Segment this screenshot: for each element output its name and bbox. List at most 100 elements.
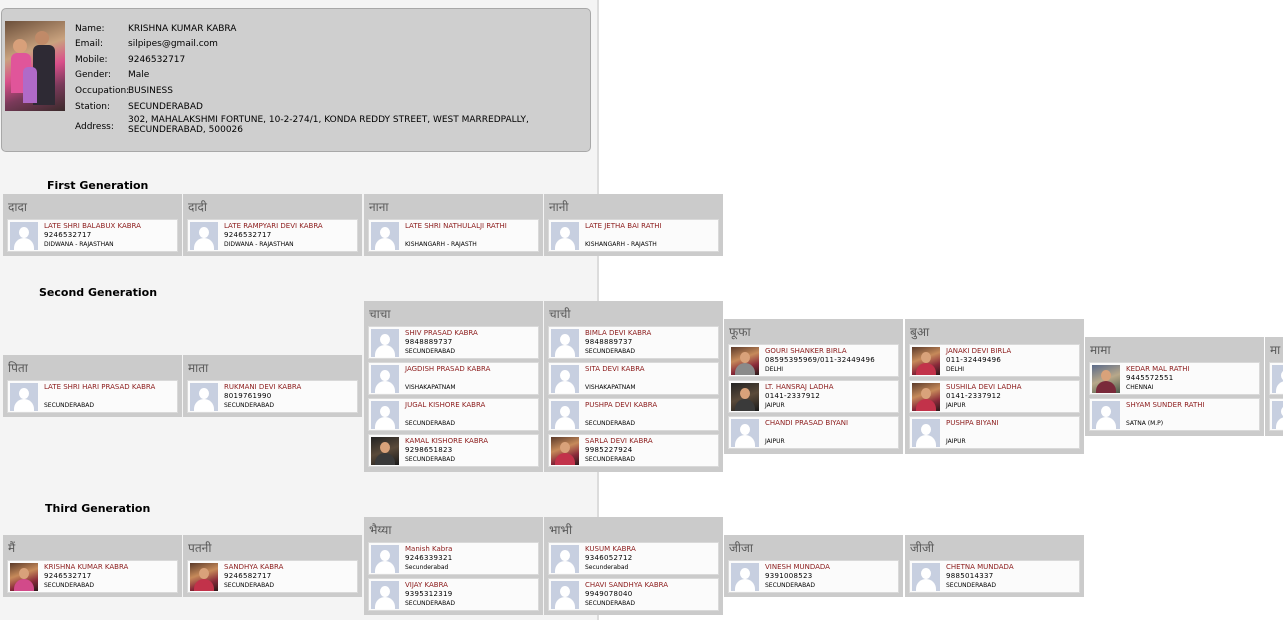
member-name[interactable]: SUSHILA DEVI LADHA: [946, 383, 1022, 392]
member-name[interactable]: LT. HANSRAJ LADHA: [765, 383, 834, 392]
member-city: VISHAKAPATNAM: [585, 384, 636, 391]
group-title: भाभी: [549, 523, 573, 537]
member-card[interactable]: [1269, 398, 1283, 431]
member-name[interactable]: LATE RAMPYARI DEVI KABRA: [224, 222, 323, 231]
member-card[interactable]: SARLA DEVI KABRA 9985227924 SECUNDERABAD: [548, 434, 719, 467]
gender-label: Gender:: [75, 70, 112, 80]
member-card[interactable]: GOURI SHANKER BIRLA 08595395969/011-3244…: [728, 344, 899, 377]
member-photo: [551, 437, 579, 465]
profile-mobile-row: Mobile: 9246532717: [75, 54, 185, 66]
member-name[interactable]: CHANDI PRASAD BIYANI: [765, 419, 848, 428]
member-phone: 011-32449496: [946, 356, 1002, 364]
member-card[interactable]: RUKMANI DEVI KABRA 8019761990 SECUNDERAB…: [187, 380, 358, 413]
member-card[interactable]: VINESH MUNDADA 9391008523 SECUNDERABAD: [728, 560, 899, 593]
group-title: दादा: [8, 200, 27, 214]
member-card[interactable]: CHAVI SANDHYA KABRA 9949078040 SECUNDERA…: [548, 578, 719, 611]
member-city: SECUNDERABAD: [765, 582, 815, 589]
member-name[interactable]: PUSHPA DEVI KABRA: [585, 401, 657, 410]
member-card[interactable]: JAGDISH PRASAD KABRA VISHAKAPATNAM: [368, 362, 539, 395]
member-name[interactable]: KAMAL KISHORE KABRA: [405, 437, 488, 446]
member-name[interactable]: BIMLA DEVI KABRA: [585, 329, 651, 338]
member-card[interactable]: LATE RAMPYARI DEVI KABRA 9246532717 DIDW…: [187, 219, 358, 252]
member-name[interactable]: JUGAL KISHORE KABRA: [405, 401, 485, 410]
member-name[interactable]: RUKMANI DEVI KABRA: [224, 383, 301, 392]
member-name[interactable]: PUSHPA BIYANI: [946, 419, 999, 428]
member-card[interactable]: CHANDI PRASAD BIYANI JAIPUR: [728, 416, 899, 449]
member-photo: [731, 347, 759, 375]
avatar: [371, 401, 399, 429]
member-name[interactable]: SARLA DEVI KABRA: [585, 437, 653, 446]
profile-gender-row: Gender: Male: [75, 69, 149, 81]
member-card[interactable]: LATE SHRI NATHULALJI RATHI KISHANGARH - …: [368, 219, 539, 252]
member-card[interactable]: JUGAL KISHORE KABRA SECUNDERABAD: [368, 398, 539, 431]
member-card[interactable]: SUSHILA DEVI LADHA 0141-2337912 JAIPUR: [909, 380, 1080, 413]
group-title: जीजी: [910, 541, 935, 555]
member-name[interactable]: CHETNA MUNDADA: [946, 563, 1014, 572]
avatar: [371, 545, 399, 573]
member-name[interactable]: JANAKI DEVI BIRLA: [946, 347, 1011, 356]
member-name[interactable]: LATE JETHA BAI RATHI: [585, 222, 662, 231]
member-card[interactable]: LATE SHRI HARI PRASAD KABRA SECUNDERABAD: [7, 380, 178, 413]
member-card[interactable]: VIJAY KABRA 9395312319 SECUNDERABAD: [368, 578, 539, 611]
member-card[interactable]: KRISHNA KUMAR KABRA 9246532717 SECUNDERA…: [7, 560, 178, 593]
member-city: SECUNDERABAD: [44, 582, 94, 589]
member-city: SECUNDERABAD: [585, 456, 635, 463]
member-card[interactable]: PUSHPA BIYANI JAIPUR: [909, 416, 1080, 449]
member-name[interactable]: KEDAR MAL RATHI: [1126, 365, 1190, 374]
member-city: KISHANGARH - RAJASTH: [585, 241, 657, 248]
member-card[interactable]: CHETNA MUNDADA 9885014337 SECUNDERABAD: [909, 560, 1080, 593]
profile-gender: Male: [128, 70, 150, 80]
member-name[interactable]: JAGDISH PRASAD KABRA: [405, 365, 490, 374]
avatar: [1092, 401, 1120, 429]
member-photo: [731, 383, 759, 411]
group-title: मा: [1270, 343, 1281, 357]
member-city: SECUNDERABAD: [405, 600, 455, 607]
group-title: भैय्या: [369, 523, 392, 537]
member-card[interactable]: KEDAR MAL RATHI 9445572551 CHENNAI: [1089, 362, 1260, 395]
group-mama: मामा KEDAR MAL RATHI 9445572551 CHENNAI …: [1085, 337, 1264, 436]
member-name[interactable]: VIJAY KABRA: [405, 581, 448, 590]
member-card[interactable]: KAMAL KISHORE KABRA 9298651823 SECUNDERA…: [368, 434, 539, 467]
profile-occupation: BUSINESS: [128, 86, 173, 96]
member-name[interactable]: SHIV PRASAD KABRA: [405, 329, 478, 338]
profile-name-row: Name: KRISHNA KUMAR KABRA: [75, 23, 236, 35]
group-dadi: दादी LATE RAMPYARI DEVI KABRA 9246532717…: [183, 194, 362, 256]
member-name[interactable]: KRISHNA KUMAR KABRA: [44, 563, 128, 572]
avatar: [912, 563, 940, 591]
member-card[interactable]: KUSUM KABRA 9346052712 Secunderabad: [548, 542, 719, 575]
member-card[interactable]: SITA DEVI KABRA VISHAKAPATNAM: [548, 362, 719, 395]
member-name[interactable]: VINESH MUNDADA: [765, 563, 830, 572]
member-name[interactable]: GOURI SHANKER BIRLA: [765, 347, 847, 356]
member-name[interactable]: SANDHYA KABRA: [224, 563, 283, 572]
member-card[interactable]: BIMLA DEVI KABRA 9848889737 SECUNDERABAD: [548, 326, 719, 359]
member-city: SECUNDERABAD: [585, 420, 635, 427]
member-card[interactable]: JANAKI DEVI BIRLA 011-32449496 DELHI: [909, 344, 1080, 377]
member-card[interactable]: SHIV PRASAD KABRA 9848889737 SECUNDERABA…: [368, 326, 539, 359]
member-phone: 9391008523: [765, 572, 813, 580]
member-name[interactable]: LATE SHRI BALABUX KABRA: [44, 222, 141, 231]
member-name[interactable]: Manish Kabra: [405, 545, 452, 554]
member-phone: 9246339321: [405, 554, 453, 562]
member-phone: 08595395969/011-32449496: [765, 356, 876, 364]
member-city: SECUNDERABAD: [224, 582, 274, 589]
member-name[interactable]: CHAVI SANDHYA KABRA: [585, 581, 668, 590]
member-city: KISHANGARH - RAJASTH: [405, 241, 477, 248]
group-title: फूफा: [729, 325, 751, 339]
member-card[interactable]: LT. HANSRAJ LADHA 0141-2337912 JAIPUR: [728, 380, 899, 413]
member-name[interactable]: LATE SHRI NATHULALJI RATHI: [405, 222, 507, 231]
member-card[interactable]: SHYAM SUNDER RATHI SATNA (M.P): [1089, 398, 1260, 431]
member-name[interactable]: SITA DEVI KABRA: [585, 365, 645, 374]
member-phone: 9445572551: [1126, 374, 1174, 382]
member-card[interactable]: Manish Kabra 9246339321 Secunderabad: [368, 542, 539, 575]
member-card[interactable]: LATE SHRI BALABUX KABRA 9246532717 DIDWA…: [7, 219, 178, 252]
avatar: [190, 383, 218, 411]
member-name[interactable]: LATE SHRI HARI PRASAD KABRA: [44, 383, 155, 392]
member-card[interactable]: PUSHPA DEVI KABRA SECUNDERABAD: [548, 398, 719, 431]
profile-occupation-row: Occupation:BUSINESS: [75, 85, 173, 97]
member-card[interactable]: [1269, 362, 1283, 395]
member-card[interactable]: SANDHYA KABRA 9246582717 SECUNDERABAD: [187, 560, 358, 593]
member-card[interactable]: LATE JETHA BAI RATHI KISHANGARH - RAJAST…: [548, 219, 719, 252]
member-name[interactable]: KUSUM KABRA: [585, 545, 636, 554]
member-name[interactable]: SHYAM SUNDER RATHI: [1126, 401, 1205, 410]
group-chacha: चाचा SHIV PRASAD KABRA 9848889737 SECUND…: [364, 301, 543, 472]
